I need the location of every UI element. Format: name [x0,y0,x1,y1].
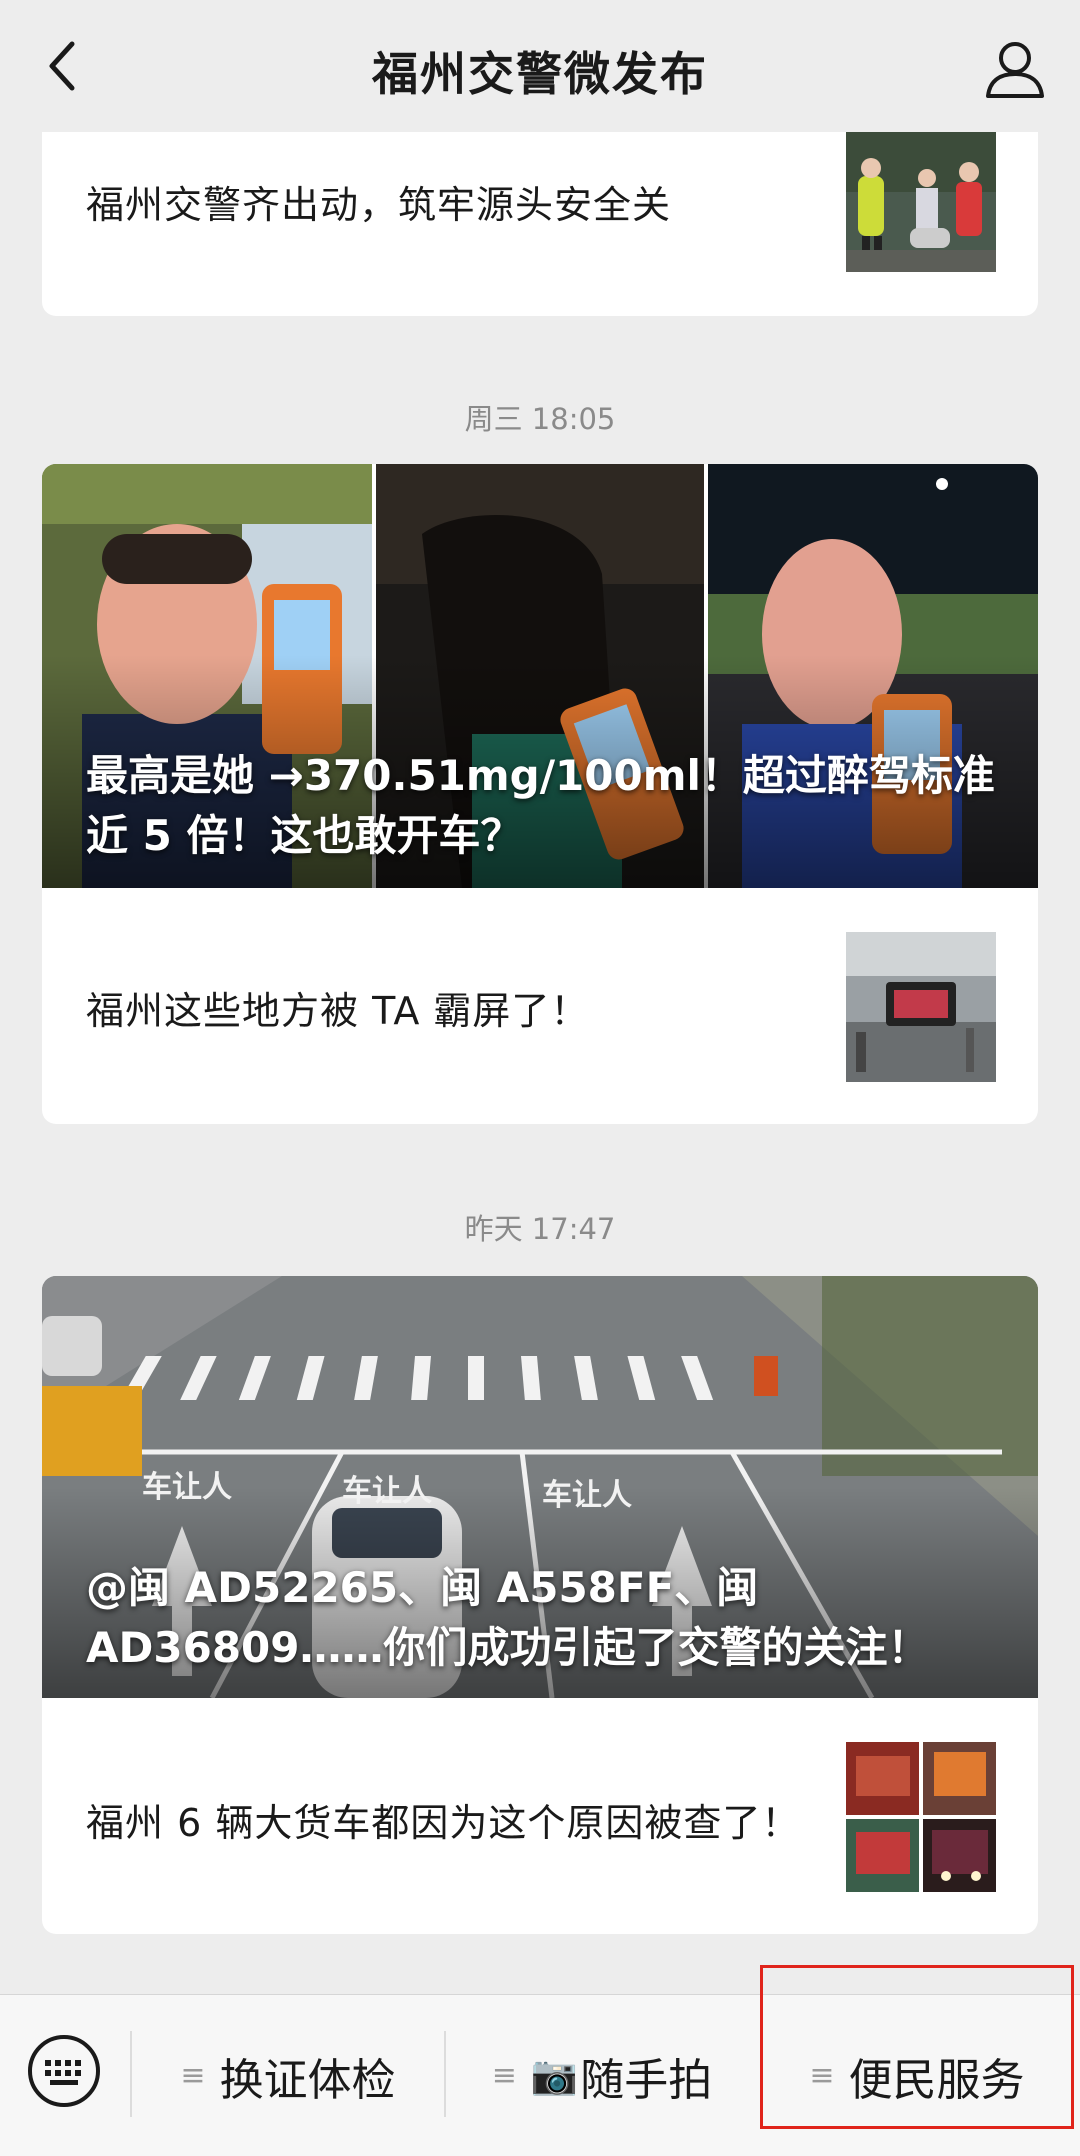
article-card-1[interactable]: 福州交警齐出动，筑牢源头安全关 [42,100,1038,316]
article-cover[interactable]: 车让人 车让人 车让人 @闽 AD52265、闽 A558FF、闽 AD3680… [42,1276,1038,1698]
article-thumbnail [846,132,996,272]
camera-icon: 📷 [530,2053,579,2097]
timestamp: 周三 18:05 [464,402,616,436]
list-item[interactable]: 福州这些地方被 TA 霸屏了！ [42,888,1038,1124]
article-title: 福州 6 辆大货车都因为这个原因被查了！ [86,1801,801,1845]
menu-lines-icon: ≡ [491,2058,517,2093]
highlight-box [760,1965,1074,2129]
page-title: 福州交警微发布 [372,47,708,101]
menu-item-snapshot[interactable]: ≡ 📷 随手拍 [446,1995,758,2156]
article-thumbnail [846,932,996,1082]
road-marking: 车让人 [342,1474,432,1509]
timestamp: 昨天 17:47 [464,1212,616,1246]
cover-title: @闽 AD52265、闽 A558FF、闽 AD36809……你们成功引起了交警… [86,1563,930,1672]
menu-lines-icon: ≡ [180,2058,206,2093]
keyboard-icon [28,2035,100,2107]
nav-bar: 福州交警微发布 [0,0,1080,132]
article-thumbnail [846,1742,996,1892]
article-group-3: 车让人 车让人 车让人 @闽 AD52265、闽 A558FF、闽 AD3680… [42,1276,1038,1934]
article-group-2: 最高是她 →370.51mg/100ml！超过醉驾标准近 5 倍！这也敢开车？ … [42,464,1038,1124]
road-marking: 车让人 [542,1478,632,1513]
cover-title: 最高是她 →370.51mg/100ml！超过醉驾标准近 5 倍！这也敢开车？ [86,751,995,860]
article-title: 福州交警齐出动，筑牢源头安全关 [86,183,672,227]
user-icon [986,42,1044,98]
menu-label: 换证体检 [219,2054,396,2106]
menu-label: 随手拍 [580,2054,713,2106]
article-title: 福州这些地方被 TA 霸屏了！ [86,989,590,1033]
road-marking: 车让人 [142,1470,232,1505]
article-cover[interactable]: 最高是她 →370.51mg/100ml！超过醉驾标准近 5 倍！这也敢开车？ [42,464,1038,888]
list-item[interactable]: 福州 6 辆大货车都因为这个原因被查了！ [42,1698,1038,1934]
menu-item-renew-license[interactable]: ≡ 换证体检 [132,1995,444,2156]
keyboard-toggle-button[interactable] [26,2033,102,2109]
profile-button[interactable] [980,34,1050,104]
